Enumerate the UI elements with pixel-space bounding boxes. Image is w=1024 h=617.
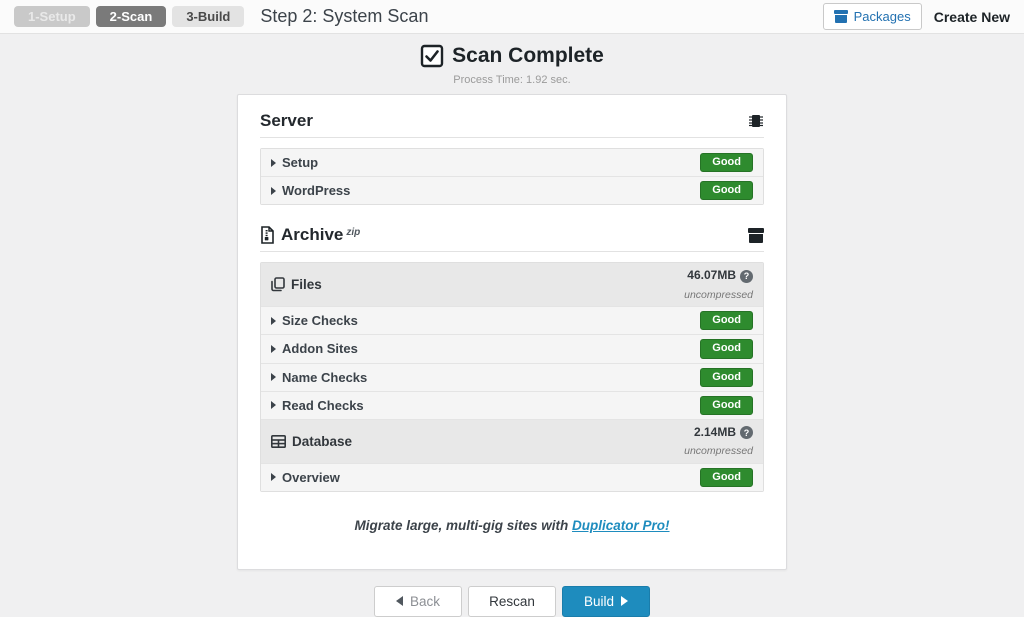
caret-right-icon [271,186,276,195]
build-button-label: Build [583,593,615,609]
size-note: uncompressed [684,288,753,301]
checked-checkbox-icon [420,44,444,68]
step-1-setup: 1-Setup [14,6,90,27]
packages-button[interactable]: Packages [822,3,922,30]
caret-right-icon [271,373,276,382]
archive-box-icon [833,10,848,23]
archive-format-label: zip [346,227,361,239]
server-section-title: Server [260,111,313,130]
rescan-button-label: Rescan [489,593,535,609]
files-row-addon-sites[interactable]: Addon Sites Good [261,335,763,364]
page-title: Step 2: System Scan [260,6,429,26]
back-button-label: Back [409,593,440,609]
status-badge: Good [700,153,753,173]
pro-promo: Migrate large, multi-gig sites with Dupl… [260,518,764,533]
files-size: 46.07MB uncompressed [684,266,753,303]
database-size: 2.14MB uncompressed [684,423,753,460]
process-time: Process Time: 1.92 sec. [453,74,571,86]
row-label: Addon Sites [282,341,358,357]
status-badge: Good [700,311,753,331]
caret-right-icon [271,158,276,167]
top-toolbar: 1-Setup 2-Scan 3-Build Step 2: System Sc… [0,0,1024,34]
status-badge: Good [700,181,753,201]
server-rows: Setup Good WordPress Good [260,148,764,206]
build-button[interactable]: Build [562,585,650,617]
row-label: Overview [282,469,340,485]
files-row-read-checks[interactable]: Read Checks Good [261,391,763,420]
database-group-row[interactable]: Database 2.14MB uncompressed [261,419,763,464]
row-label: Size Checks [282,313,358,329]
question-circle-icon[interactable] [740,269,753,283]
status-badge: Good [700,467,753,487]
scan-complete-title: Scan Complete [452,44,604,67]
packages-button-label: Packages [853,9,911,24]
back-button[interactable]: Back [374,585,462,617]
caret-right-icon [271,344,276,353]
row-label: Files [291,277,322,293]
database-row-overview[interactable]: Overview Good [261,463,763,491]
step-indicator: 1-Setup 2-Scan 3-Build [14,6,245,27]
action-buttons: Back Rescan Build [0,585,1024,617]
question-circle-icon[interactable] [740,426,753,440]
scan-complete-header: Scan Complete Process Time: 1.92 sec. [0,44,1024,86]
status-badge: Good [700,339,753,359]
archive-section-header: Archive zip [260,225,764,253]
table-icon [271,434,286,448]
step-3-build: 3-Build [172,6,245,27]
caret-right-icon [271,473,276,482]
files-row-size-checks[interactable]: Size Checks Good [261,307,763,336]
files-group-row[interactable]: Files 46.07MB uncompressed [261,263,763,308]
rescan-button[interactable]: Rescan [468,585,556,617]
caret-right-icon [271,316,276,325]
size-value: 2.14MB [693,424,736,439]
server-section-header: Server [260,111,764,138]
duplicator-pro-link[interactable]: Duplicator Pro! [572,518,670,533]
server-row-setup[interactable]: Setup Good [261,149,763,178]
step-2-scan: 2-Scan [95,6,167,27]
microchip-icon [748,113,764,129]
row-label: Database [292,433,353,449]
files-row-name-checks[interactable]: Name Checks Good [261,363,763,392]
status-badge: Good [700,395,753,415]
copy-pages-icon [271,277,285,292]
caret-right-icon [271,401,276,410]
row-label: Setup [282,155,319,171]
server-row-wordpress[interactable]: WordPress Good [261,177,763,205]
arrow-right-icon [621,596,629,607]
row-label: Read Checks [282,397,364,413]
toolbar-right: Packages Create New [822,3,1014,30]
status-badge: Good [700,367,753,387]
arrow-left-icon [395,596,403,607]
zip-file-icon [260,226,275,245]
row-label: WordPress [282,183,351,199]
row-label: Name Checks [282,369,368,385]
scan-results-panel: Server Setup Good WordPress Good Archive… [237,94,787,570]
archive-section-title: Archive [281,225,344,245]
archive-box-icon [748,227,764,243]
size-note: uncompressed [684,445,753,458]
archive-rows: Files 46.07MB uncompressed Size Checks G… [260,262,764,492]
size-value: 46.07MB [687,268,736,283]
promo-text: Migrate large, multi-gig sites with [354,517,569,533]
create-new-link[interactable]: Create New [934,9,1014,25]
